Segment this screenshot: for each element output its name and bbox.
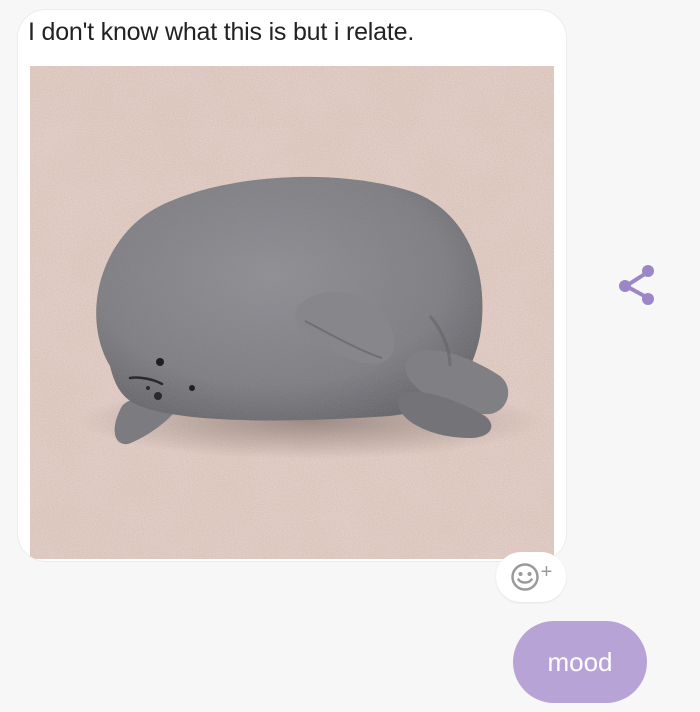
share-button[interactable] <box>614 262 660 308</box>
share-icon <box>619 265 654 305</box>
chat-thread: I don't know what this is but i relate. <box>0 0 700 712</box>
incoming-message-bubble[interactable]: I don't know what this is but i relate. <box>18 10 566 561</box>
outgoing-message-text: mood <box>547 646 613 677</box>
add-reaction-button[interactable]: + <box>496 552 566 602</box>
message-image[interactable] <box>30 66 554 559</box>
reaction-plus-label: + <box>540 561 553 583</box>
outgoing-message-bubble[interactable]: mood <box>513 621 647 703</box>
message-caption: I don't know what this is but i relate. <box>28 18 415 46</box>
clay-seal-photo <box>30 66 554 559</box>
add-reaction-icon <box>510 563 539 591</box>
